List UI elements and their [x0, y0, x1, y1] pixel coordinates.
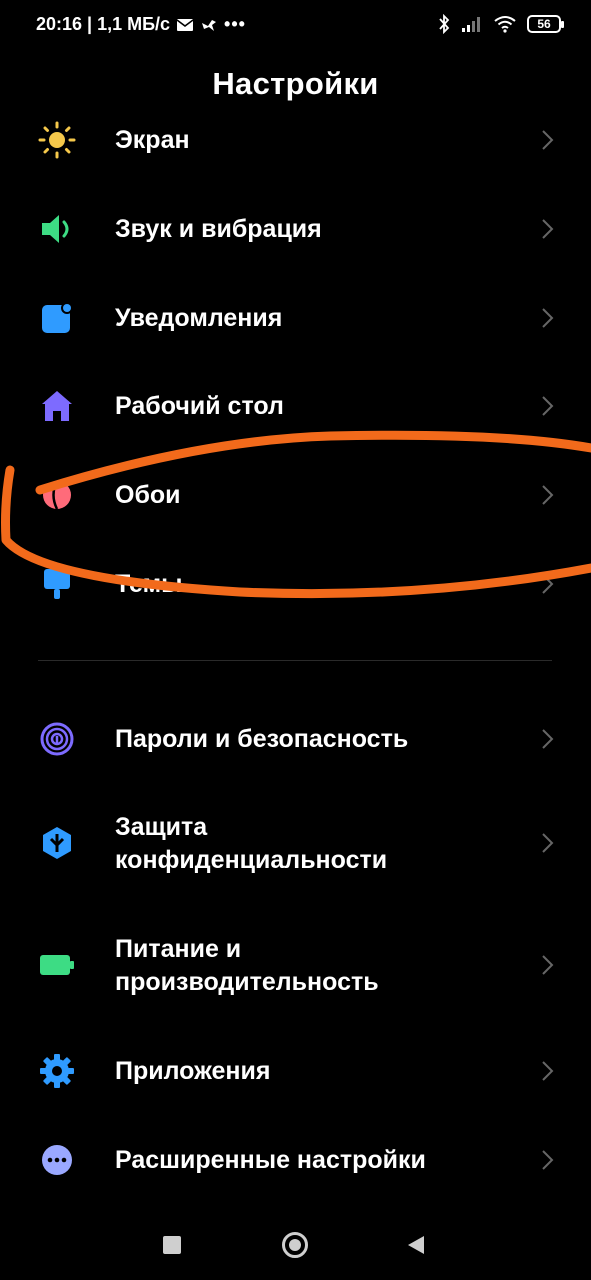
gear-icon	[40, 1054, 74, 1088]
status-time-speed: 20:16 | 1,1 МБ/с	[36, 14, 171, 34]
speaker-icon	[42, 215, 69, 243]
settings-item-label-line2: производительность	[115, 968, 379, 996]
chevron-right-icon	[542, 1061, 554, 1081]
privacy-shield-icon	[43, 827, 71, 859]
settings-item-notifications[interactable]: Уведомления	[0, 274, 591, 362]
section-divider	[38, 660, 552, 661]
battery-status: 56	[527, 15, 564, 33]
settings-item-label: Уведомления	[115, 304, 283, 332]
chevron-right-icon	[542, 396, 554, 416]
settings-item-label: Звук и вибрация	[115, 215, 322, 243]
settings-item-label-line2: конфиденциальности	[115, 846, 388, 874]
navigation-bar	[0, 1200, 591, 1280]
chevron-right-icon	[542, 833, 554, 853]
settings-item-passwords-security[interactable]: Пароли и безопасность	[0, 695, 591, 783]
settings-item-label: Пароли и безопасность	[115, 725, 409, 753]
email-icon	[176, 18, 194, 31]
settings-item-home-screen[interactable]: Рабочий стол	[0, 362, 591, 450]
settings-item-wallpaper[interactable]: Обои	[0, 451, 591, 539]
chevron-right-icon	[542, 729, 554, 749]
settings-item-label: Обои	[115, 481, 181, 509]
status-right: 56	[437, 14, 564, 34]
settings-item-label: Рабочий стол	[115, 392, 284, 420]
bluetooth-icon	[439, 14, 450, 34]
chevron-right-icon	[542, 485, 554, 505]
wifi-icon	[494, 16, 516, 33]
brush-icon	[44, 569, 70, 599]
settings-item-screen[interactable]: Экран	[0, 96, 591, 184]
chevron-right-icon	[542, 308, 554, 328]
chevron-right-icon	[542, 130, 554, 150]
chevron-right-icon	[542, 1150, 554, 1170]
more-dots-icon	[42, 1145, 72, 1175]
notification-icon	[42, 302, 73, 333]
signal-icon	[462, 17, 480, 32]
battery-icon	[40, 955, 74, 975]
home-button[interactable]	[282, 1232, 308, 1258]
settings-item-themes[interactable]: Темы	[0, 540, 591, 628]
settings-item-apps[interactable]: Приложения	[0, 1027, 591, 1115]
battery-cap	[561, 21, 564, 28]
sun-icon	[38, 121, 76, 159]
home-button-dot	[289, 1239, 301, 1251]
settings-item-label: Темы	[115, 570, 183, 598]
settings-item-additional[interactable]: Расширенные настройки	[0, 1116, 591, 1204]
fingerprint-icon	[40, 722, 74, 756]
status-bar: 20:16 | 1,1 МБ/с ••• 56	[0, 0, 591, 52]
settings-item-sound[interactable]: Звук и вибрация	[0, 185, 591, 273]
chevron-right-icon	[542, 955, 554, 975]
settings-item-battery-performance[interactable]: Питание и производительность	[0, 921, 591, 1009]
wallpaper-icon	[43, 480, 71, 510]
chevron-right-icon	[542, 574, 554, 594]
settings-item-label-line1: Питание и	[115, 935, 242, 963]
bird-icon	[202, 19, 217, 31]
recents-button[interactable]	[163, 1236, 181, 1254]
settings-item-label-line1: Защита	[115, 813, 208, 841]
chevron-right-icon	[542, 219, 554, 239]
more-status-icon: •••	[224, 14, 246, 34]
settings-item-label: Расширенные настройки	[115, 1146, 426, 1174]
battery-level: 56	[537, 17, 551, 31]
settings-item-label: Приложения	[115, 1057, 271, 1085]
back-button[interactable]	[406, 1234, 426, 1256]
settings-item-label: Экран	[115, 126, 190, 154]
settings-item-privacy[interactable]: Защита конфиденциальности	[0, 799, 591, 887]
home-icon	[42, 391, 72, 421]
status-left: 20:16 | 1,1 МБ/с •••	[36, 14, 246, 35]
